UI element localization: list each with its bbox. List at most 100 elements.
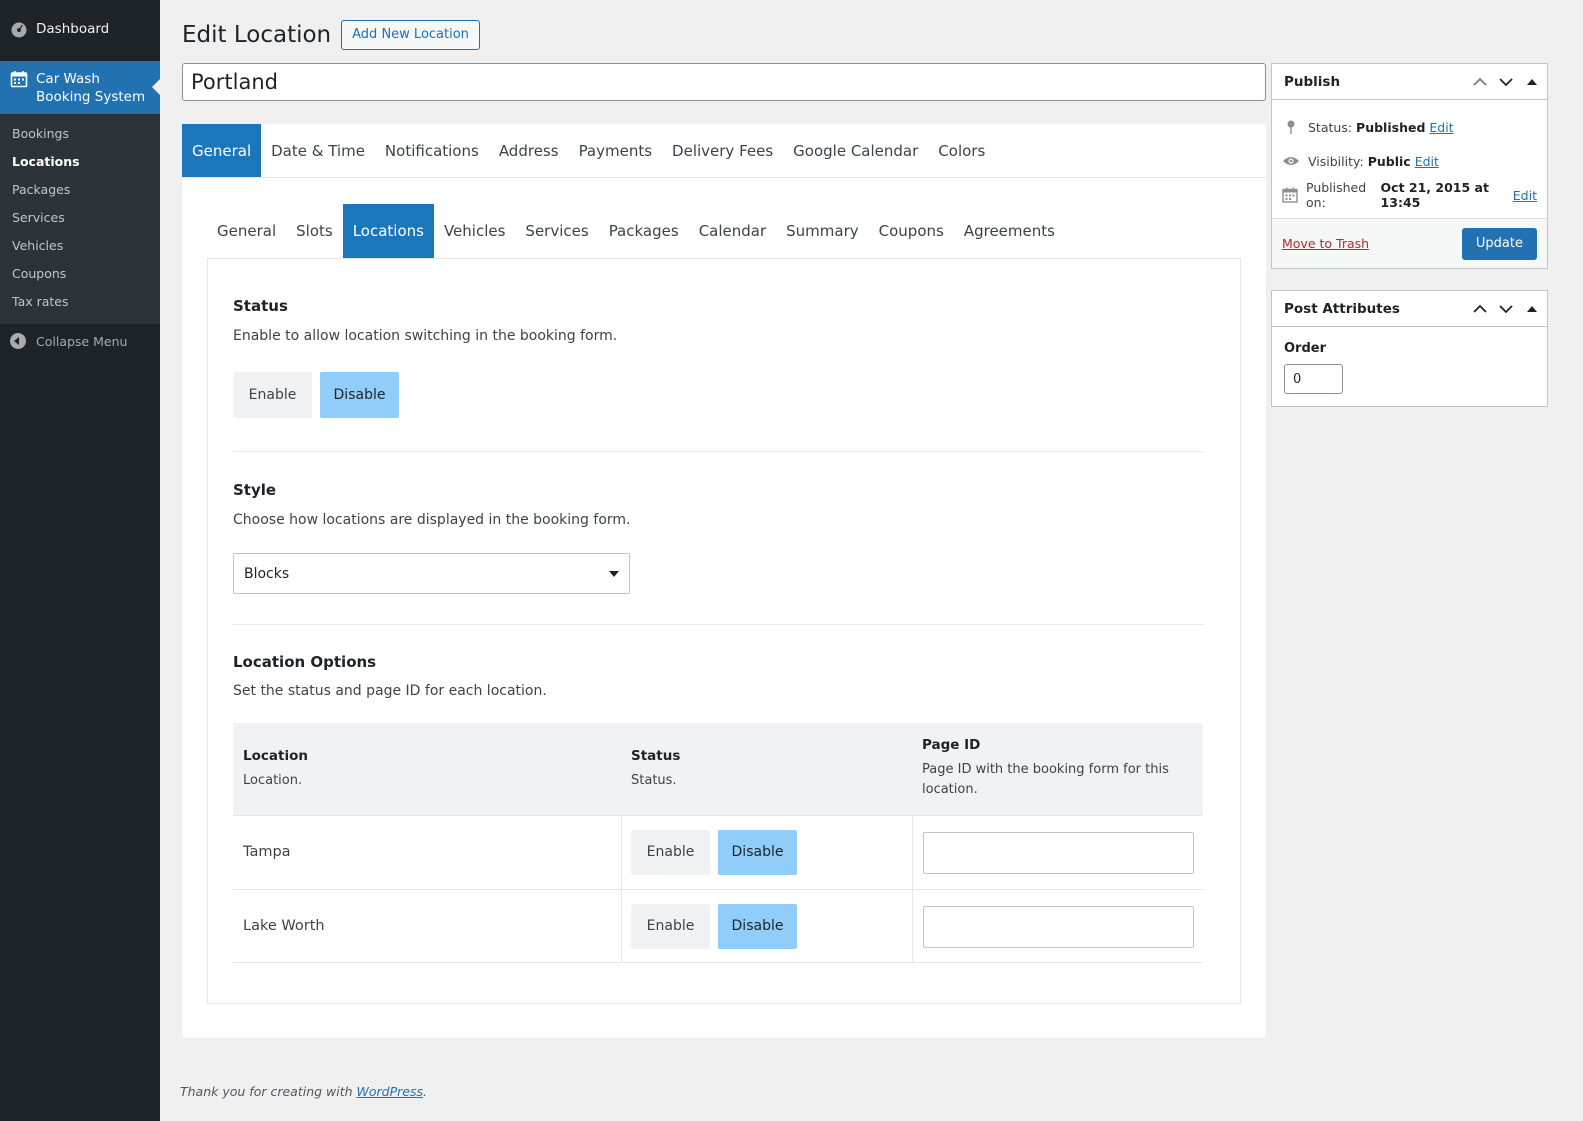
subtab-services[interactable]: Services: [515, 204, 598, 258]
move-to-trash-link[interactable]: Move to Trash: [1282, 236, 1369, 251]
add-new-location-button[interactable]: Add New Location: [341, 20, 480, 50]
toggle-panel-icon[interactable]: [1523, 300, 1541, 318]
subtab-coupons[interactable]: Coupons: [869, 204, 954, 258]
visibility-label: Visibility:: [1308, 153, 1364, 169]
chevron-up-icon[interactable]: [1471, 73, 1489, 91]
edit-status-link[interactable]: Edit: [1429, 120, 1453, 135]
subtab-vehicles[interactable]: Vehicles: [434, 204, 515, 258]
col-location-desc: Location.: [243, 773, 303, 788]
wordpress-link[interactable]: WordPress: [357, 1084, 423, 1099]
tab-google-calendar[interactable]: Google Calendar: [783, 124, 928, 177]
publish-box: Publish Status: Published Edit Visibilit…: [1271, 63, 1548, 269]
calendar-icon: [1282, 186, 1298, 204]
subtab-summary[interactable]: Summary: [776, 204, 869, 258]
edit-date-link[interactable]: Edit: [1513, 188, 1537, 203]
row-enable-button[interactable]: Enable: [631, 830, 710, 875]
toggle-panel-icon[interactable]: [1523, 73, 1541, 91]
col-status-desc: Status.: [631, 773, 677, 788]
page-id-input[interactable]: [923, 906, 1194, 948]
subtab-general[interactable]: General: [207, 204, 286, 258]
collapse-menu-label: Collapse Menu: [36, 333, 128, 349]
tab-colors[interactable]: Colors: [928, 124, 995, 177]
post-attributes-title: Post Attributes: [1284, 300, 1400, 317]
chevron-down-icon[interactable]: [1497, 73, 1515, 91]
update-button[interactable]: Update: [1461, 227, 1537, 260]
plugin-name-line1: Car Wash: [36, 71, 100, 87]
subtab-agreements[interactable]: Agreements: [954, 204, 1065, 258]
submenu-coupons[interactable]: Coupons: [0, 260, 160, 288]
tab-date-time[interactable]: Date & Time: [261, 124, 375, 177]
subtab-calendar[interactable]: Calendar: [689, 204, 776, 258]
plugin-name-line2: Booking System: [36, 89, 146, 105]
tab-notifications[interactable]: Notifications: [375, 124, 489, 177]
style-description: Choose how locations are displayed in th…: [233, 512, 631, 528]
col-location-title: Location: [243, 748, 308, 764]
published-on-row: Published on: Oct 21, 2015 at 13:45 Edit: [1282, 178, 1537, 212]
visibility-row: Visibility: Public Edit: [1282, 144, 1537, 178]
chevron-up-icon[interactable]: [1471, 300, 1489, 318]
publish-actions: Move to Trash Update: [1272, 218, 1547, 268]
status-value: Published: [1356, 119, 1426, 135]
page-heading: Edit Location Add New Location: [182, 20, 480, 50]
location-options-title: Location Options: [233, 653, 377, 671]
subtab-packages[interactable]: Packages: [599, 204, 689, 258]
subtab-slots[interactable]: Slots: [286, 204, 343, 258]
submenu-packages[interactable]: Packages: [0, 176, 160, 204]
publish-header: Publish: [1272, 64, 1547, 100]
divider: [233, 624, 1203, 625]
menu-car-wash[interactable]: Car Wash Booking System: [0, 61, 160, 114]
table-header: Location Location. Status Status. Page I…: [233, 723, 1203, 815]
style-select-value: Blocks: [244, 565, 290, 582]
publish-title: Publish: [1284, 73, 1341, 90]
order-label: Order: [1284, 341, 1326, 356]
row-enable-button[interactable]: Enable: [631, 904, 710, 949]
collapse-menu-button[interactable]: Collapse Menu: [0, 324, 160, 358]
published-label: Published on:: [1306, 180, 1367, 210]
status-description: Enable to allow location switching in th…: [233, 328, 618, 344]
submenu-locations[interactable]: Locations: [0, 148, 160, 176]
submenu-bookings[interactable]: Bookings: [0, 120, 160, 148]
table-row: Tampa Enable Disable: [233, 815, 1203, 889]
tab-address[interactable]: Address: [489, 124, 569, 177]
col-pageid-title: Page ID: [922, 737, 981, 753]
location-name: Lake Worth: [243, 918, 325, 934]
post-title-input[interactable]: Portland: [182, 63, 1266, 101]
footer-text: Thank you for creating with: [180, 1084, 357, 1099]
visibility-value: Public: [1367, 153, 1411, 169]
style-title: Style: [233, 481, 277, 499]
locations-settings: Status Enable to allow location switchin…: [207, 258, 1241, 1004]
status-label: Status:: [1308, 119, 1353, 135]
order-input[interactable]: 0: [1284, 364, 1343, 394]
status-disable-button[interactable]: Disable: [320, 372, 399, 418]
submenu-services[interactable]: Services: [0, 204, 160, 232]
page-id-input[interactable]: [923, 832, 1194, 874]
row-disable-button[interactable]: Disable: [718, 830, 797, 875]
submenu-vehicles[interactable]: Vehicles: [0, 232, 160, 260]
admin-sidebar: Dashboard Car Wash Booking System Bookin…: [0, 0, 160, 1121]
dashboard-icon: [10, 20, 28, 38]
subtab-locations[interactable]: Locations: [342, 204, 434, 258]
tab-delivery-fees[interactable]: Delivery Fees: [662, 124, 783, 177]
post-attributes-box: Post Attributes Order 0: [1271, 290, 1548, 407]
submenu: Bookings Locations Packages Services Veh…: [0, 114, 160, 324]
tab-payments[interactable]: Payments: [569, 124, 662, 177]
style-select[interactable]: Blocks: [233, 553, 630, 594]
table-row: Lake Worth Enable Disable: [233, 889, 1203, 963]
col-pageid-desc: Page ID with the booking form for this l…: [922, 762, 1169, 797]
row-disable-button[interactable]: Disable: [718, 904, 797, 949]
calendar-icon: [10, 70, 28, 88]
location-options-description: Set the status and page ID for each loca…: [233, 683, 547, 699]
status-title: Status: [233, 297, 288, 315]
divider: [233, 451, 1203, 452]
caret-down-icon: [609, 571, 619, 577]
submenu-tax-rates[interactable]: Tax rates: [0, 288, 160, 316]
menu-dashboard[interactable]: Dashboard: [0, 12, 160, 46]
col-status-title: Status: [631, 748, 681, 764]
eye-icon: [1282, 152, 1300, 170]
post-attributes-header: Post Attributes: [1272, 291, 1547, 327]
status-enable-button[interactable]: Enable: [233, 372, 312, 418]
chevron-down-icon[interactable]: [1497, 300, 1515, 318]
page-title: Edit Location: [182, 22, 332, 48]
tab-general[interactable]: General: [182, 124, 262, 177]
edit-visibility-link[interactable]: Edit: [1415, 154, 1439, 169]
